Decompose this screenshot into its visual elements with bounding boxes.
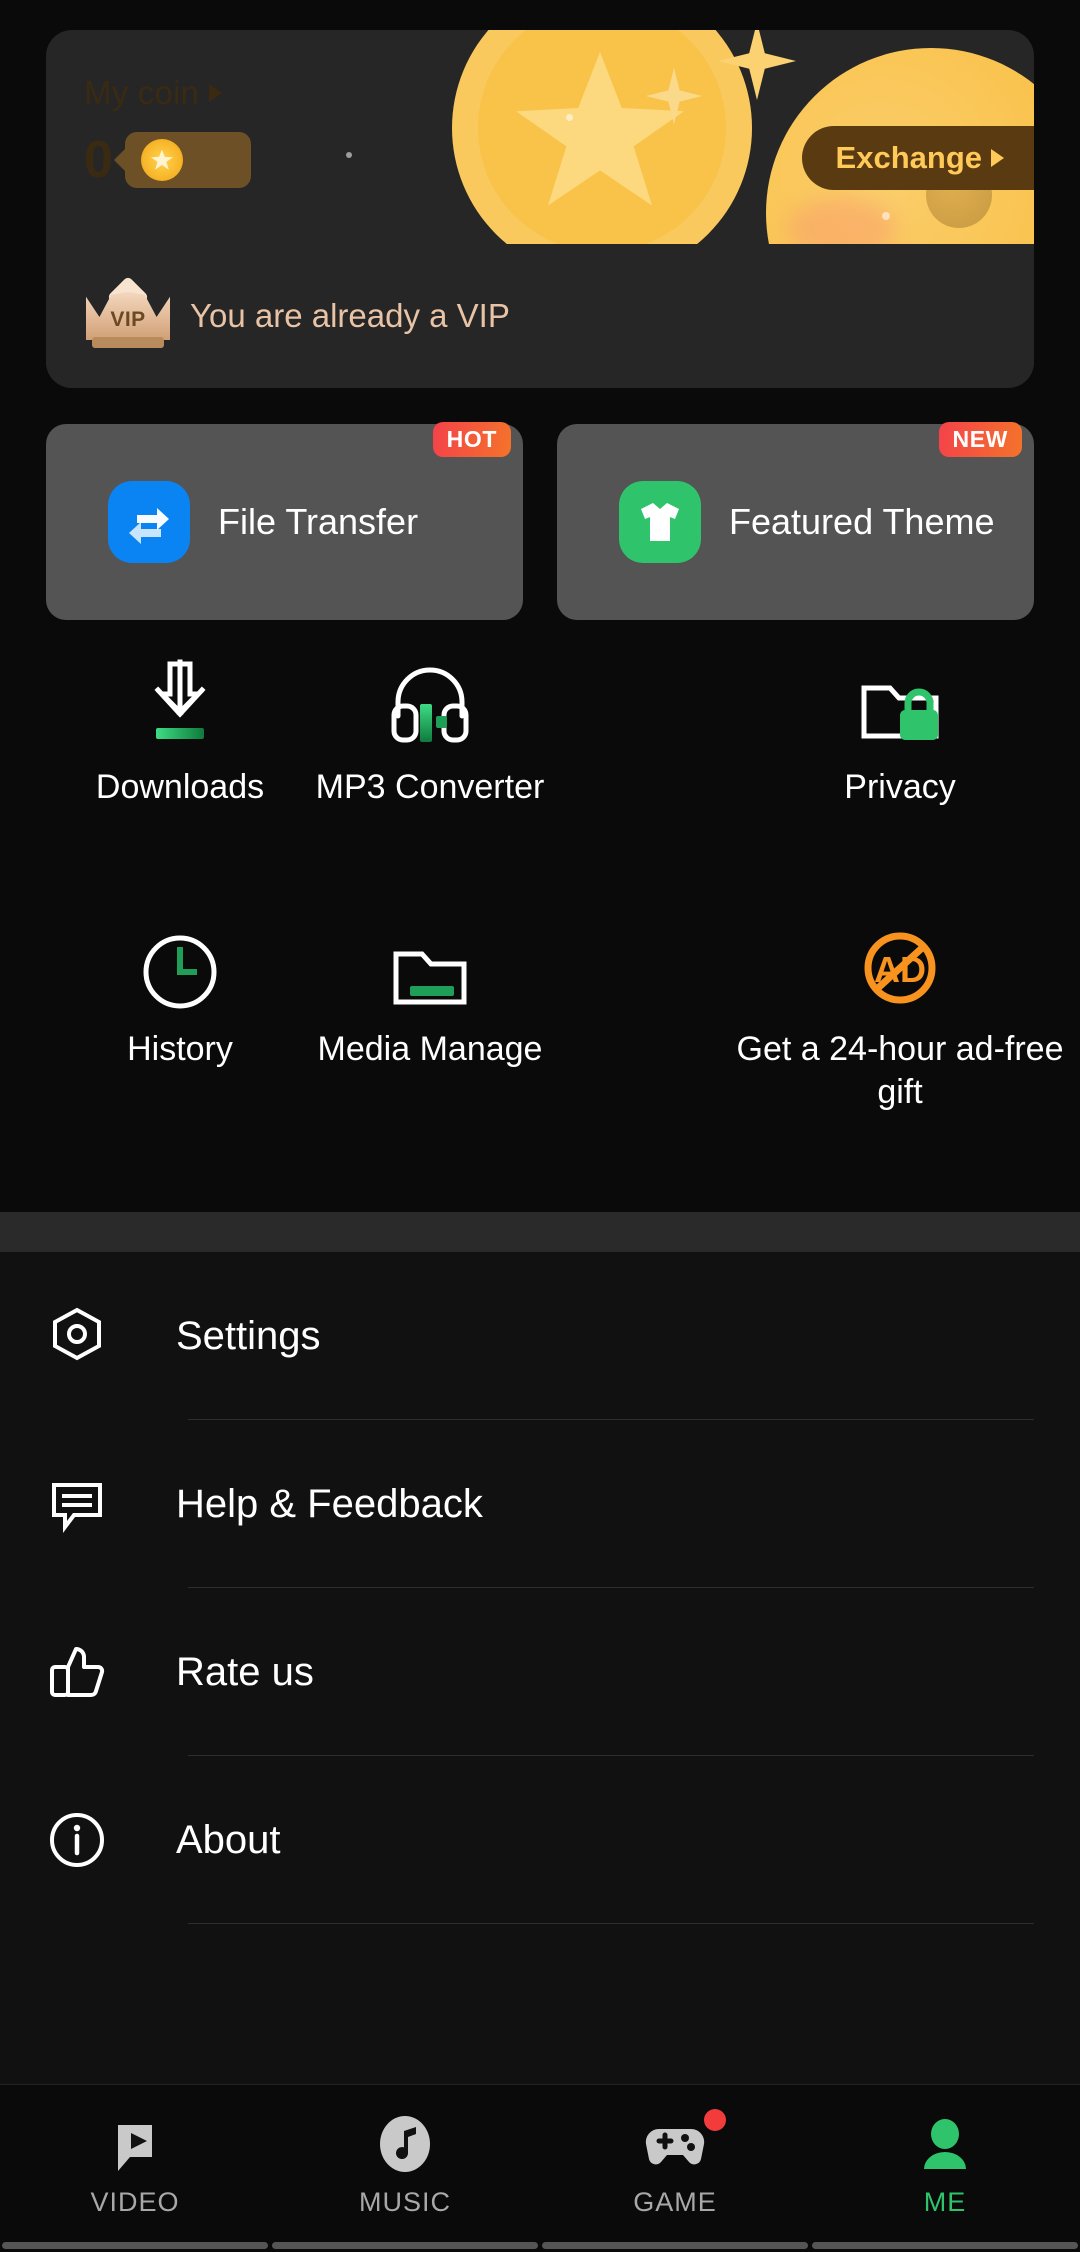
exchange-button[interactable]: Exchange	[801, 126, 1034, 190]
chevron-right-icon	[209, 84, 223, 102]
divider	[188, 1923, 1034, 1924]
file-transfer-label: File Transfer	[218, 501, 419, 542]
menu-item-help-feedback[interactable]: Help & Feedback	[0, 1420, 1080, 1588]
nav-tab-me[interactable]: ME	[810, 2107, 1080, 2218]
my-coin-link[interactable]: My coin	[84, 74, 223, 112]
coin-token-icon	[140, 139, 183, 181]
person-icon	[810, 2107, 1080, 2181]
decor-dot	[882, 212, 890, 220]
chevron-right-icon	[991, 149, 1004, 167]
music-icon	[270, 2107, 540, 2181]
exchange-label: Exchange	[835, 140, 982, 175]
decor-dot	[346, 152, 352, 158]
menu-item-about[interactable]: About	[0, 1756, 1080, 1924]
my-coin-label: My coin	[84, 74, 200, 111]
menu-item-label: Help & Feedback	[176, 1481, 483, 1526]
bottom-navigation: VIDEO MUSIC GAME ME	[0, 2084, 1080, 2252]
gamepad-icon	[540, 2107, 810, 2181]
vip-status-row[interactable]: VIP You are already a VIP	[46, 244, 1034, 388]
tool-label: Get a 24-hour ad-free gift	[736, 1030, 1064, 1111]
nav-tab-label: VIDEO	[90, 2187, 180, 2217]
file-transfer-icon	[108, 481, 190, 563]
coin-amount-row: 0	[84, 132, 251, 188]
file-transfer-card[interactable]: HOT File Transfer	[46, 422, 523, 620]
nav-tab-label: ME	[923, 2187, 967, 2217]
tool-media-manage[interactable]: Media Manage	[280, 902, 580, 1071]
folder-lock-icon	[750, 640, 1050, 750]
coin-banner-card[interactable]: My coin 0 Exchange VIP You are already a…	[46, 30, 1034, 388]
menu-item-label: Rate us	[176, 1649, 314, 1694]
vip-crown-icon: VIP	[86, 275, 170, 350]
settings-menu-list: Settings Help & Feedback Rate us About	[0, 1252, 1080, 2084]
tool-mp3-converter[interactable]: MP3 Converter	[280, 640, 580, 809]
tool-label: Media Manage	[317, 1030, 543, 1068]
vip-status-text: You are already a VIP	[190, 297, 510, 334]
feature-cards: HOT File Transfer NEW Featured Theme	[46, 422, 1034, 620]
menu-item-label: About	[176, 1817, 281, 1862]
nav-tab-label: MUSIC	[359, 2187, 451, 2217]
nav-tab-video[interactable]: VIDEO	[0, 2107, 270, 2218]
no-ads-icon: AD	[730, 902, 1070, 1012]
tool-ad-free-gift[interactable]: AD Get a 24-hour ad-free gift	[730, 902, 1070, 1113]
gesture-bar	[0, 2242, 1080, 2252]
tool-privacy[interactable]: Privacy	[750, 640, 1050, 809]
new-badge: NEW	[938, 422, 1022, 457]
notification-dot	[704, 2109, 726, 2131]
decor-dot	[566, 114, 573, 121]
coin-banner-top: My coin 0 Exchange	[46, 30, 1034, 244]
coin-amount: 0	[84, 131, 113, 189]
menu-item-label: Settings	[176, 1313, 321, 1358]
tool-label: Privacy	[844, 768, 956, 806]
featured-theme-card[interactable]: NEW Featured Theme	[557, 422, 1034, 620]
coin-pill	[113, 132, 251, 188]
menu-item-rate-us[interactable]: Rate us	[0, 1588, 1080, 1756]
tools-grid: Downloads MP3 Converter Privacy History …	[0, 640, 1080, 1180]
nav-tab-game[interactable]: GAME	[540, 2107, 810, 2218]
featured-theme-label: Featured Theme	[729, 501, 995, 542]
thumbs-up-icon	[46, 1641, 132, 1703]
hot-badge: HOT	[432, 422, 511, 457]
nav-tab-music[interactable]: MUSIC	[270, 2107, 540, 2218]
info-icon	[46, 1809, 132, 1871]
vip-badge-text: VIP	[110, 308, 146, 331]
video-icon	[0, 2107, 270, 2181]
chat-icon	[46, 1473, 132, 1535]
section-divider	[0, 1212, 1080, 1252]
headphones-icon	[280, 640, 580, 750]
tool-label: MP3 Converter	[315, 768, 545, 806]
menu-item-settings[interactable]: Settings	[0, 1252, 1080, 1420]
folder-icon	[280, 902, 580, 1012]
tshirt-icon	[619, 481, 701, 563]
gear-icon	[46, 1305, 132, 1367]
nav-tab-label: GAME	[633, 2187, 717, 2217]
